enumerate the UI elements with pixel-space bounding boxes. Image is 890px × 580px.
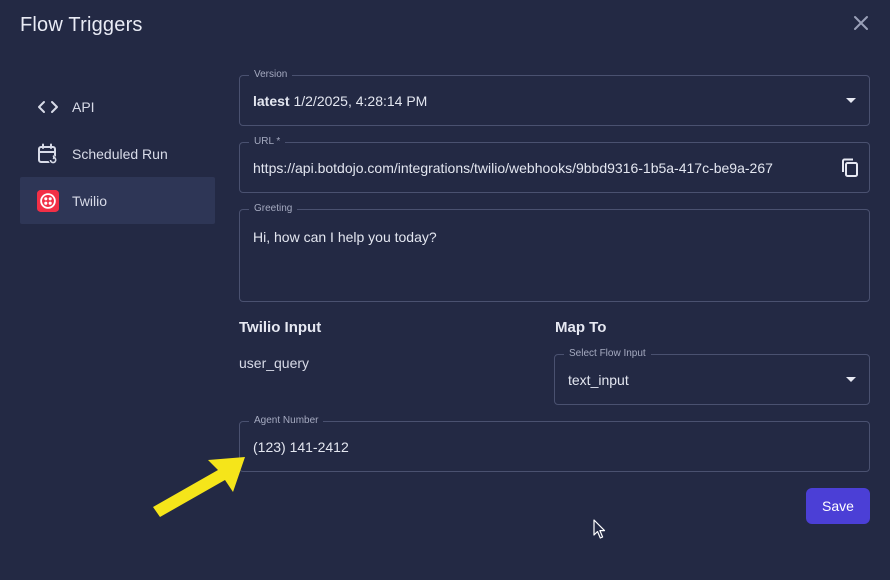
calendar-refresh-icon (37, 143, 59, 165)
version-value: 1/2/2025, 4:28:14 PM (293, 93, 428, 109)
dialog-title: Flow Triggers (20, 14, 143, 36)
annotation-arrow-icon (153, 457, 245, 517)
url-value: https://api.botdojo.com/integrations/twi… (253, 160, 773, 176)
chevron-down-icon (846, 377, 856, 382)
sidebar-item-label: Scheduled Run (72, 145, 168, 162)
sidebar-item-twilio[interactable]: Twilio (20, 177, 215, 224)
close-icon (854, 16, 868, 30)
url-field[interactable]: URL * https://api.botdojo.com/integratio… (239, 135, 870, 193)
mouse-cursor-icon (593, 519, 606, 539)
agent-number-field[interactable]: Agent Number (123) 141-2412 (239, 414, 870, 472)
trigger-sidebar: API Scheduled Run Twilio (20, 83, 215, 224)
sidebar-item-api[interactable]: API (20, 83, 215, 130)
sidebar-item-scheduled-run[interactable]: Scheduled Run (20, 130, 215, 177)
flow-input-select[interactable]: Select Flow Input text_input (554, 347, 870, 405)
close-button[interactable] (849, 11, 873, 35)
save-button[interactable]: Save (806, 488, 870, 524)
agent-number-label: Agent Number (249, 414, 324, 428)
greeting-field[interactable]: Greeting Hi, how can I help you today? (239, 202, 870, 302)
twilio-input-header: Twilio Input (239, 319, 322, 336)
url-label: URL * (249, 135, 286, 149)
agent-number-value: (123) 141-2412 (253, 439, 349, 455)
chevron-down-icon (846, 98, 856, 103)
sidebar-item-label: API (72, 98, 95, 115)
greeting-value: Hi, how can I help you today? (253, 229, 437, 245)
code-icon (37, 96, 59, 118)
map-to-header: Map To (555, 319, 607, 336)
twilio-icon (37, 189, 59, 212)
flow-input-label: Select Flow Input (564, 347, 651, 361)
copy-button[interactable] (840, 158, 860, 178)
flow-input-value: text_input (568, 372, 629, 388)
version-label: Version (249, 68, 293, 82)
copy-icon (842, 158, 858, 177)
sidebar-item-label: Twilio (72, 192, 108, 209)
twilio-input-value: user_query (239, 355, 310, 371)
greeting-label: Greeting (249, 202, 298, 216)
version-tag: latest (253, 93, 290, 109)
version-select[interactable]: Version latest 1/2/2025, 4:28:14 PM (239, 68, 870, 126)
